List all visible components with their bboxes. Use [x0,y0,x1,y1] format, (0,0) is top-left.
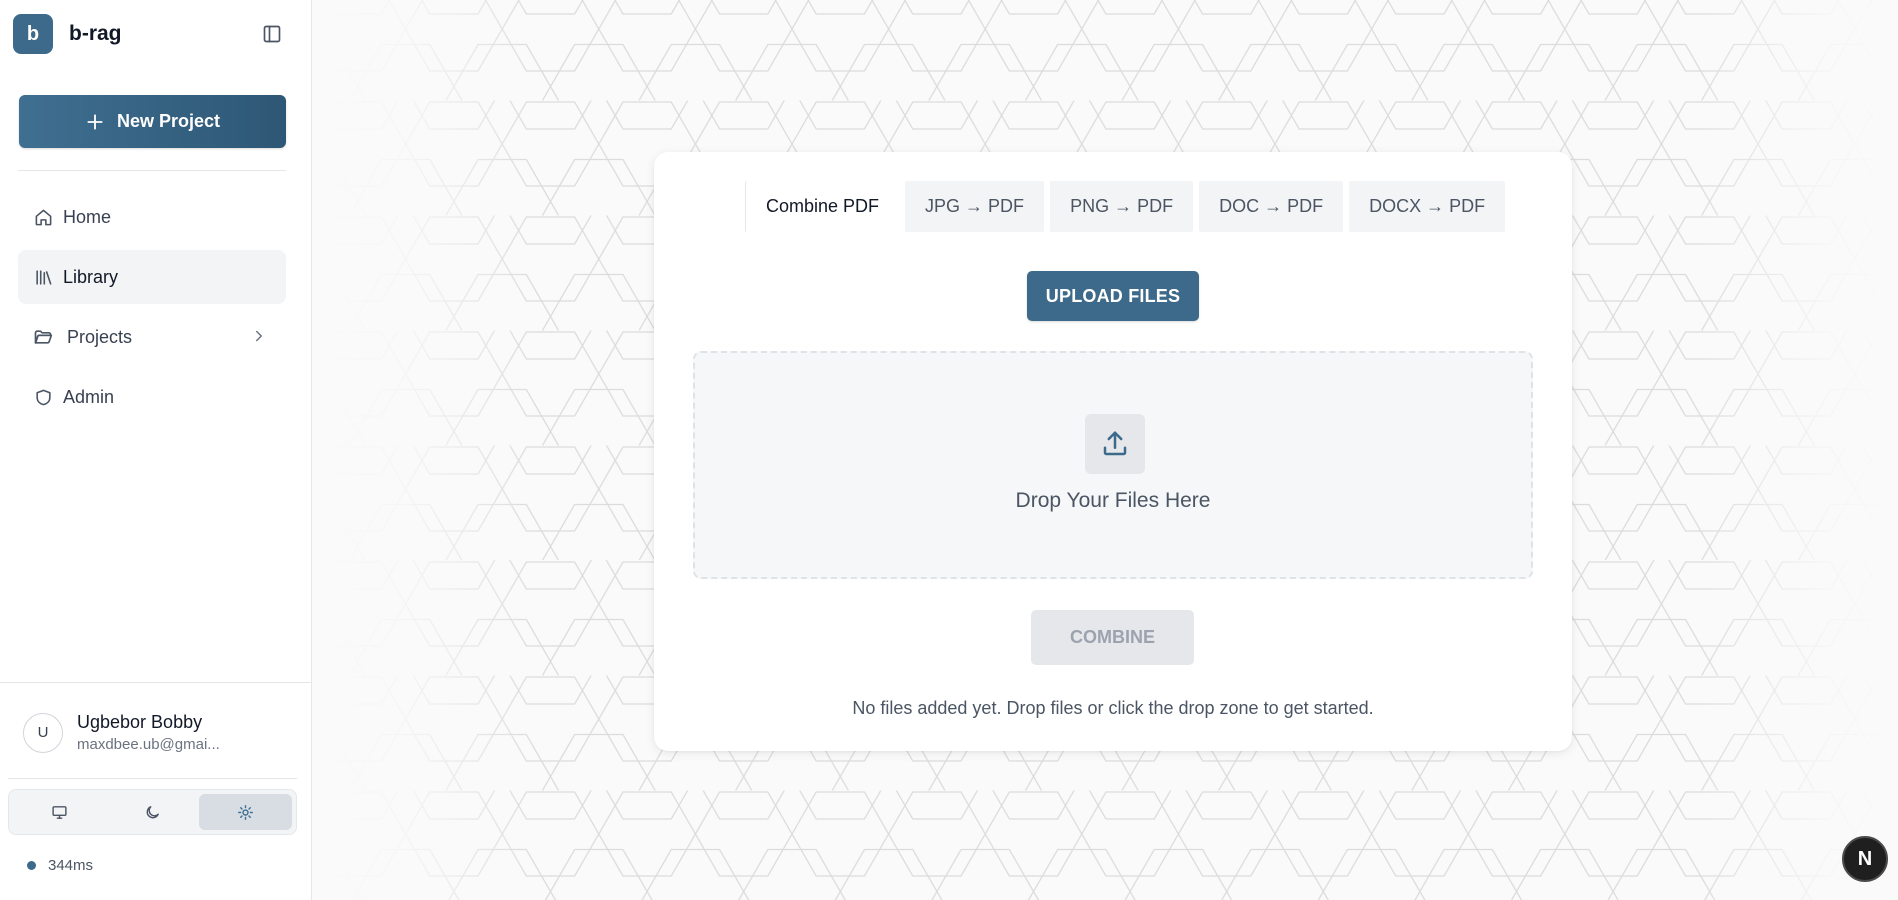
sidebar-item-label: Admin [63,386,115,407]
status-dot [27,861,36,870]
user-name: Ugbebor Bobby [77,712,203,732]
tab-docx-to-pdf[interactable]: DOCX → PDF [1349,181,1506,232]
home-icon [33,207,53,227]
dropzone-text: Drop Your Files Here [1015,489,1211,512]
chevron-right-icon [250,327,268,345]
moon-icon [146,805,159,818]
brand-logo: b [13,14,53,54]
upload-icon [1085,414,1145,474]
tab-png-to-pdf[interactable]: PNG → PDF [1050,181,1194,232]
tab-combine-pdf[interactable]: Combine PDF [745,181,900,232]
shield-icon [33,387,53,407]
tab-doc-to-pdf[interactable]: DOC → PDF [1199,181,1344,232]
combine-button[interactable]: COMBINE [1031,610,1194,665]
user-profile[interactable]: U Ugbebor Bobby maxdbee.ub@gmai... [23,712,220,753]
sidebar-toggle-button[interactable] [258,20,286,48]
converter-tabs: Combine PDF JPG → PDF PNG → PDF DOC → PD… [745,181,1506,232]
latency-value: 344ms [48,857,94,874]
tab-jpg-to-pdf[interactable]: JPG → PDF [905,181,1045,232]
theme-switcher [8,789,297,835]
new-project-button[interactable]: New Project [19,95,286,148]
file-dropzone[interactable]: Drop Your Files Here [693,351,1533,579]
divider [18,170,286,171]
sidebar-item-label: Projects [67,326,133,347]
brand-name: b-rag [69,22,122,45]
divider [8,778,297,779]
monitor-icon [52,805,67,819]
sidebar-item-library[interactable]: Library [18,250,286,304]
theme-light-button[interactable] [199,794,292,830]
dev-tools-badge[interactable]: N [1842,836,1888,882]
user-email: maxdbee.ub@gmai... [77,736,220,753]
divider [0,682,312,683]
sidebar-item-projects[interactable]: Projects [18,310,286,364]
theme-dark-button[interactable] [106,794,199,830]
folder-icon [33,327,53,347]
sun-icon [238,804,253,820]
upload-files-button[interactable]: UPLOAD FILES [1027,271,1199,321]
new-project-label: New Project [116,111,221,131]
brand[interactable]: b b-rag [13,14,122,54]
sidebar-item-home[interactable]: Home [18,190,286,244]
sidebar-item-label: Library [63,266,119,287]
sidebar-item-label: Home [63,206,112,227]
sidebar-item-admin[interactable]: Admin [18,370,286,424]
avatar: U [23,712,63,753]
library-icon [33,267,53,287]
converter-card: Combine PDF JPG → PDF PNG → PDF DOC → PD… [654,152,1572,751]
sidebar: b b-rag New Project Home Library Project… [0,0,312,900]
theme-system-button[interactable] [13,794,106,830]
latency-indicator: 344ms [27,857,93,874]
empty-state-hint: No files added yet. Drop files or click … [852,698,1374,718]
panel-left-icon [263,25,281,43]
plus-icon [85,112,105,132]
